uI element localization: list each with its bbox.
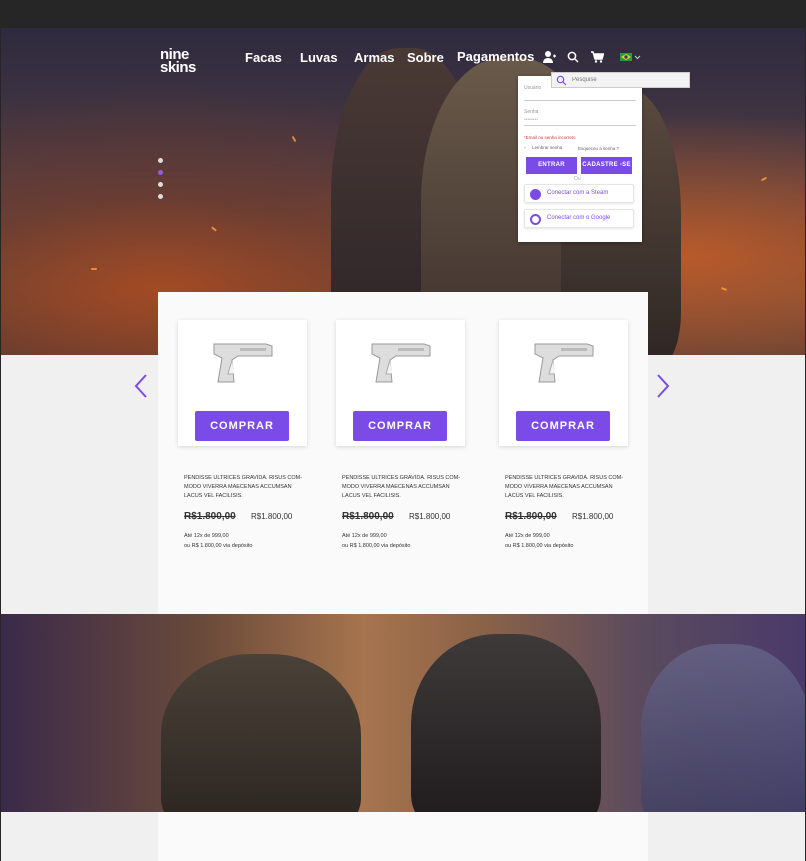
old-price: R$1.800,00 xyxy=(342,511,394,522)
footer-panel xyxy=(158,812,648,861)
product-description: PENDISSE ULTRICES GRAVIDA. RISUS COM- MO… xyxy=(184,474,308,501)
product-description-line: MODO VIVERRA MAECENAS ACCUMSAN xyxy=(184,484,292,490)
carousel-dot[interactable] xyxy=(158,182,163,187)
forgot-password-link[interactable]: Esqueceu a senha ? xyxy=(578,146,619,151)
steam-connect-label: Conectar com a Steam xyxy=(547,190,609,196)
google-connect-button[interactable]: Conectar com o Google xyxy=(524,209,634,228)
product-description: PENDISSE ULTRICES GRAVIDA. RISUS COM- MO… xyxy=(342,474,466,501)
steam-icon xyxy=(530,189,541,200)
product-description-line: MODO VIVERRA MAECENAS ACCUMSAN xyxy=(505,484,613,490)
soldier-figure xyxy=(161,654,361,812)
browser-top-bar xyxy=(0,0,806,28)
carousel-dot-active[interactable] xyxy=(158,170,163,175)
spark xyxy=(720,287,728,291)
buy-button[interactable]: COMPRAR xyxy=(353,411,447,441)
carousel-dot[interactable] xyxy=(158,158,163,163)
search-icon xyxy=(556,75,567,86)
new-price: R$1.800,00 xyxy=(409,512,451,521)
brand-line2: skins xyxy=(160,59,196,76)
buy-button[interactable]: COMPRAR xyxy=(516,411,610,441)
nav-link-sobre[interactable]: Sobre xyxy=(407,50,444,65)
nav-link-facas[interactable]: Facas xyxy=(245,50,282,65)
pistol-image xyxy=(534,343,594,383)
password-field[interactable]: •••••••• xyxy=(524,117,538,123)
signup-button[interactable]: CADASTRE -SE xyxy=(581,157,632,174)
new-price: R$1.800,00 xyxy=(251,512,293,521)
product-description-line: LACUS VEL FACILISIS. xyxy=(342,493,401,499)
login-button[interactable]: ENTRAR xyxy=(526,157,577,174)
login-error: *Email ou senha incorreto xyxy=(524,135,576,140)
installment-info: Até 12x de 999,00 ou R$ 1.800,00 via dep… xyxy=(505,531,574,551)
next-arrow-icon[interactable] xyxy=(656,373,670,404)
new-price: R$1.800,00 xyxy=(572,512,614,521)
product-card[interactable]: COMPRAR xyxy=(178,320,307,446)
password-label: Senha xyxy=(524,109,539,115)
spark xyxy=(291,135,297,143)
product-description-line: PENDISSE ULTRICES GRAVIDA. RISUS COM- xyxy=(342,475,461,481)
installment-text: Até 12x de 999,00 xyxy=(342,533,387,539)
username-label: Usuário xyxy=(524,85,542,91)
spark xyxy=(211,226,217,232)
deposit-text: ou R$ 1.800,00 via depósito xyxy=(342,543,411,549)
brand-logo[interactable]: nine skins xyxy=(160,47,196,76)
installment-text: Até 12x de 999,00 xyxy=(184,533,229,539)
pistol-image xyxy=(371,343,431,383)
old-price: R$1.800,00 xyxy=(184,511,236,522)
product-card[interactable]: COMPRAR xyxy=(499,320,628,446)
search-icon[interactable] xyxy=(567,50,583,66)
search-box[interactable] xyxy=(551,72,690,88)
google-icon xyxy=(530,214,541,225)
installment-text: Até 12x de 999,00 xyxy=(505,533,550,539)
spark xyxy=(91,268,97,270)
deposit-text: ou R$ 1.800,00 via depósito xyxy=(505,543,574,549)
brazil-flag-icon[interactable] xyxy=(620,50,642,66)
promo-banner xyxy=(1,614,805,812)
installment-info: Até 12x de 999,00 ou R$ 1.800,00 via dep… xyxy=(184,531,253,551)
product-description-line: PENDISSE ULTRICES GRAVIDA. RISUS COM- xyxy=(184,475,303,481)
carousel-dots xyxy=(158,158,163,206)
cart-icon[interactable] xyxy=(591,50,607,66)
product-description: PENDISSE ULTRICES GRAVIDA. RISUS COM- MO… xyxy=(505,474,629,501)
steam-connect-button[interactable]: Conectar com a Steam xyxy=(524,184,634,203)
user-icon[interactable] xyxy=(542,50,558,66)
nav-link-luvas[interactable]: Luvas xyxy=(300,50,338,65)
installment-info: Até 12x de 999,00 ou R$ 1.800,00 via dep… xyxy=(342,531,411,551)
nav-link-armas[interactable]: Armas xyxy=(354,50,394,65)
pistol-image xyxy=(213,343,273,383)
remember-checkbox[interactable]: ▫ xyxy=(524,145,526,150)
product-description-line: LACUS VEL FACILISIS. xyxy=(505,493,564,499)
product-card[interactable]: COMPRAR xyxy=(336,320,465,446)
search-input[interactable] xyxy=(572,74,684,86)
soldier-figure xyxy=(411,634,601,812)
product-description-line: LACUS VEL FACILISIS. xyxy=(184,493,243,499)
old-price: R$1.800,00 xyxy=(505,511,557,522)
page: nine skins Facas Luvas Armas Sobre Pagam… xyxy=(0,0,806,861)
or-divider: Ou xyxy=(574,176,581,182)
carousel-dot[interactable] xyxy=(158,194,163,199)
spark xyxy=(760,176,768,182)
google-connect-label: Conectar com o Google xyxy=(547,215,611,221)
remember-label[interactable]: Lembrar senha xyxy=(532,145,562,150)
prev-arrow-icon[interactable] xyxy=(134,373,148,404)
smoke-shape xyxy=(641,644,805,812)
password-underline xyxy=(524,125,636,126)
product-description-line: MODO VIVERRA MAECENAS ACCUMSAN xyxy=(342,484,450,490)
username-field[interactable] xyxy=(524,100,636,101)
deposit-text: ou R$ 1.800,00 via depósito xyxy=(184,543,253,549)
nav-link-pagamentos[interactable]: Pagamentos xyxy=(457,49,534,64)
buy-button[interactable]: COMPRAR xyxy=(195,411,289,441)
login-dropdown: Usuário Senha •••••••• *Email ou senha i… xyxy=(518,76,642,242)
product-description-line: PENDISSE ULTRICES GRAVIDA. RISUS COM- xyxy=(505,475,624,481)
